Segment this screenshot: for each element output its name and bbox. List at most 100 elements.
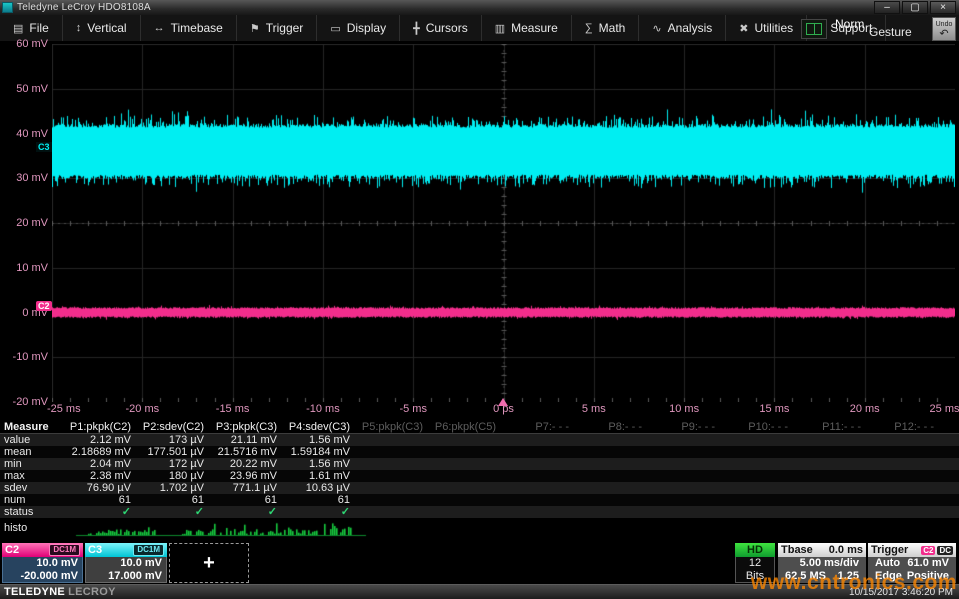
measure-cell-value bbox=[502, 434, 575, 446]
measure-param-header[interactable]: P12:- - - bbox=[867, 421, 940, 433]
measure-cell-sdev bbox=[794, 482, 867, 494]
add-trace-button[interactable]: + bbox=[169, 543, 249, 583]
measure-param-header[interactable]: P7:- - - bbox=[502, 421, 575, 433]
c2-scale: 10.0 mV bbox=[7, 557, 78, 570]
trigger-type: Edge bbox=[875, 570, 902, 583]
menu-item-measure[interactable]: ▥Measure bbox=[482, 15, 572, 41]
y-tick-label: 60 mV bbox=[0, 38, 48, 50]
measure-cell-sdev bbox=[721, 482, 794, 494]
measure-cell-max bbox=[502, 470, 575, 482]
measure-param-header[interactable]: P8:- - - bbox=[575, 421, 648, 433]
utilities-icon: ✖ bbox=[739, 22, 748, 35]
x-tick-label: 20 ms bbox=[850, 403, 880, 415]
hd-mode-box[interactable]: HD 12 Bits bbox=[735, 543, 775, 583]
measure-cell-status bbox=[794, 506, 867, 518]
measure-param-header[interactable]: P10:- - - bbox=[721, 421, 794, 433]
measure-cell-sdev: 76.90 µV bbox=[64, 482, 137, 494]
menu-item-timebase[interactable]: ↔Timebase bbox=[141, 15, 237, 41]
brand-logo: TELEDYNELECROY bbox=[4, 586, 116, 598]
c2-label: C2 bbox=[5, 544, 19, 556]
restore-button[interactable]: ▢ bbox=[902, 1, 928, 14]
minimize-button[interactable]: – bbox=[874, 1, 900, 14]
undo-button[interactable]: Undo ↶ bbox=[932, 17, 956, 41]
measure-param-header[interactable]: P4:sdev(C3) bbox=[283, 421, 356, 433]
measure-cell-num bbox=[502, 494, 575, 506]
channel-marker-c2[interactable]: C2 bbox=[36, 301, 52, 311]
measure-row-label: status bbox=[0, 506, 64, 518]
measure-cell-min: 2.04 mV bbox=[64, 458, 137, 470]
measure-row-max: max2.38 mV180 µV23.96 mV1.61 mV bbox=[0, 470, 959, 482]
y-tick-label: 10 mV bbox=[0, 262, 48, 274]
hd-bits: 12 Bits bbox=[735, 557, 775, 583]
measure-param-header[interactable]: P5:pkpk(C3) bbox=[356, 421, 429, 433]
measure-cell-status bbox=[575, 506, 648, 518]
measure-cell-mean bbox=[721, 446, 794, 458]
measure-cell-max bbox=[648, 470, 721, 482]
c3-coupling-badge: DC1M bbox=[133, 544, 164, 556]
measure-cell-status: ✓ bbox=[283, 506, 356, 518]
measure-cell-status: ✓ bbox=[137, 506, 210, 518]
c2-coupling-badge: DC1M bbox=[49, 544, 80, 556]
trigger-slope: Positive bbox=[907, 570, 949, 583]
menu-item-vertical[interactable]: ↕Vertical bbox=[63, 15, 141, 41]
menu-item-trigger[interactable]: ⚑Trigger bbox=[237, 15, 317, 41]
measure-row-num: num61616161 bbox=[0, 494, 959, 506]
channel-descriptor-c3[interactable]: C3 DC1M 10.0 mV 17.000 mV bbox=[85, 543, 167, 583]
file-icon: ▤ bbox=[13, 22, 23, 35]
gesture-button[interactable]: Gesture bbox=[869, 25, 912, 39]
trigger-descriptor[interactable]: Trigger C2 DC Auto 61.0 mV Edge Positive bbox=[868, 543, 956, 583]
measure-cell-max bbox=[867, 470, 940, 482]
measure-param-header[interactable]: P11:- - - bbox=[794, 421, 867, 433]
measure-cell-mean: 21.5716 mV bbox=[210, 446, 283, 458]
histo-row: histo bbox=[0, 518, 959, 538]
measure-param-header[interactable]: P2:sdev(C2) bbox=[137, 421, 210, 433]
measure-cell-sdev bbox=[648, 482, 721, 494]
measure-cell-max bbox=[575, 470, 648, 482]
waveform-canvas[interactable] bbox=[52, 44, 955, 402]
menu-item-analysis[interactable]: ∿Analysis bbox=[639, 15, 726, 41]
measure-row-sdev: sdev76.90 µV1.702 µV771.1 µV10.63 µV bbox=[0, 482, 959, 494]
measure-cell-value bbox=[429, 434, 502, 446]
x-tick-label: 25 ms bbox=[930, 403, 959, 415]
menu-item-cursors[interactable]: ╋Cursors bbox=[400, 15, 482, 41]
histogram-sparklines bbox=[64, 519, 959, 537]
menu-item-math[interactable]: ∑Math bbox=[572, 15, 640, 41]
norm-mode-label[interactable]: Norm bbox=[835, 17, 864, 31]
channel-descriptor-c2[interactable]: C2 DC1M 10.0 mV -20.000 mV bbox=[2, 543, 83, 583]
measure-cell-sdev: 10.63 µV bbox=[283, 482, 356, 494]
display-icon: ▭ bbox=[330, 22, 340, 35]
close-button[interactable]: × bbox=[930, 1, 956, 14]
grid-display-button[interactable] bbox=[801, 19, 827, 39]
app-icon bbox=[2, 2, 13, 13]
measure-cell-status bbox=[721, 506, 794, 518]
measure-cell-min bbox=[721, 458, 794, 470]
measure-param-header[interactable]: P3:pkpk(C3) bbox=[210, 421, 283, 433]
measure-icon: ▥ bbox=[495, 22, 505, 35]
measure-cell-max: 1.61 mV bbox=[283, 470, 356, 482]
menu-item-utilities[interactable]: ✖Utilities bbox=[726, 15, 807, 41]
tbase-rate: 1.25 bbox=[838, 570, 859, 583]
x-tick-label: -15 ms bbox=[216, 403, 250, 415]
measure-cell-sdev bbox=[356, 482, 429, 494]
measure-cell-status bbox=[429, 506, 502, 518]
title-bar: Teledyne LeCroy HDO8108A – ▢ × bbox=[0, 0, 959, 15]
measure-cell-value: 173 µV bbox=[137, 434, 210, 446]
measure-param-header[interactable]: P9:- - - bbox=[648, 421, 721, 433]
measure-cell-max: 2.38 mV bbox=[64, 470, 137, 482]
measure-cell-num bbox=[356, 494, 429, 506]
menu-item-display[interactable]: ▭Display bbox=[317, 15, 400, 41]
measure-cell-sdev bbox=[502, 482, 575, 494]
measure-param-header[interactable]: P6:pkpk(C5) bbox=[429, 421, 502, 433]
x-tick-label: -25 ms bbox=[47, 403, 81, 415]
hd-label: HD bbox=[735, 543, 775, 557]
measure-cell-min bbox=[794, 458, 867, 470]
status-bar: TELEDYNELECROY 10/15/2017 3:46:20 PM bbox=[0, 584, 959, 599]
timebase-descriptor[interactable]: Tbase 0.0 ms 5.00 ms/div 62.5 MS 1.25 bbox=[778, 543, 866, 583]
measure-cell-min: 20.22 mV bbox=[210, 458, 283, 470]
trigger-time-marker[interactable] bbox=[498, 398, 508, 406]
measure-param-header[interactable]: P1:pkpk(C2) bbox=[64, 421, 137, 433]
measure-cell-max bbox=[429, 470, 502, 482]
menu-bar: ▤File↕Vertical↔Timebase⚑Trigger▭Display╋… bbox=[0, 15, 959, 43]
channel-marker-c3[interactable]: C3 bbox=[36, 142, 55, 152]
measure-row-value: value2.12 mV173 µV21.11 mV1.56 mV bbox=[0, 434, 959, 446]
